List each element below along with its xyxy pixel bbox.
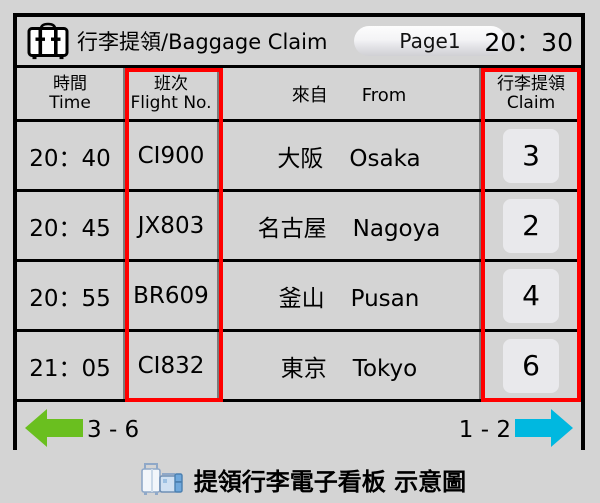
cell-time: 20：45: [17, 192, 125, 259]
column-header-from-en: From: [361, 84, 407, 106]
column-header-from: 來自 From: [219, 68, 481, 119]
cell-origin: 名古屋 Nagoya: [219, 192, 481, 259]
column-header-time: 時間 Time: [17, 68, 125, 119]
page-title: 行李提領/Baggage Claim: [77, 30, 328, 54]
page-indicator[interactable]: Page1: [354, 26, 506, 56]
table-row: 20：45 JX803 名古屋 Nagoya 2: [17, 192, 581, 262]
cell-claim: 3: [481, 122, 581, 189]
cell-claim: 4: [481, 262, 581, 329]
cell-origin-en: Pusan: [350, 285, 420, 312]
cell-flight-no: CI832: [125, 332, 219, 399]
column-header-claim-zh: 行李提領: [497, 74, 565, 95]
arrow-left-icon: [23, 406, 85, 454]
baggage-claim-board: 行李提領/Baggage Claim Page1 20：30 時間 Time 班…: [13, 13, 585, 457]
clock: 20：30: [484, 28, 573, 57]
column-header-claim: 行李提領 Claim: [481, 68, 581, 119]
table-row: 20：40 CI900 大阪 Osaka 3: [17, 122, 581, 192]
cell-origin-zh: 大阪: [277, 145, 324, 172]
column-header-flight-en: Flight No.: [130, 92, 212, 113]
next-page-button[interactable]: 1 - 2: [459, 406, 575, 454]
column-header-claim-en: Claim: [506, 92, 556, 113]
claim-number-chip: 3: [503, 128, 559, 183]
cell-origin: 大阪 Osaka: [219, 122, 481, 189]
luggage-icon: [134, 457, 186, 501]
cell-origin: 釜山 Pusan: [219, 262, 481, 329]
cell-claim: 2: [481, 192, 581, 259]
prev-page-button[interactable]: 3 - 6: [23, 406, 139, 454]
table-row: 21：05 CI832 東京 Tokyo 6: [17, 332, 581, 402]
column-header-from-zh: 來自: [291, 84, 328, 106]
cell-origin-zh: 釜山: [278, 285, 325, 312]
arrow-right-icon: [513, 406, 575, 454]
cell-time: 20：40: [17, 122, 125, 189]
prev-page-range: 3 - 6: [87, 416, 140, 443]
caption: 提領行李電子看板 示意圖: [0, 455, 600, 503]
board-footer: 3 - 6 1 - 2: [17, 402, 581, 457]
caption-text: 提領行李電子看板 示意圖: [193, 467, 467, 496]
cell-origin-en: Tokyo: [352, 355, 418, 382]
cell-flight-no: JX803: [125, 192, 219, 259]
table-header-row: 時間 Time 班次 Flight No. 來自 From 行李提領 Claim: [17, 68, 581, 122]
board-header: 行李提領/Baggage Claim Page1 20：30: [17, 17, 581, 68]
column-header-time-zh: 時間: [52, 74, 87, 95]
cell-time: 21：05: [17, 332, 125, 399]
claim-number-chip: 4: [503, 268, 559, 323]
next-page-range: 1 - 2: [458, 416, 511, 443]
claim-number-chip: 2: [503, 198, 559, 253]
cell-origin-en: Nagoya: [352, 215, 441, 242]
cell-flight-no: BR609: [125, 262, 219, 329]
cell-time: 20：55: [17, 262, 125, 329]
cell-origin-zh: 名古屋: [257, 215, 327, 242]
cell-origin-zh: 東京: [280, 355, 327, 382]
column-header-time-en: Time: [49, 92, 91, 113]
column-header-flight-zh: 班次: [154, 74, 188, 95]
cell-flight-no: CI900: [125, 122, 219, 189]
suitcase-icon: [23, 20, 73, 62]
claim-number-chip: 6: [503, 338, 559, 393]
cell-origin-en: Osaka: [349, 145, 421, 172]
table-row: 20：55 BR609 釜山 Pusan 4: [17, 262, 581, 332]
cell-origin: 東京 Tokyo: [219, 332, 481, 399]
cell-claim: 6: [481, 332, 581, 399]
column-header-flight: 班次 Flight No.: [125, 68, 219, 119]
page-indicator-label: Page1: [399, 29, 461, 53]
flights-table: 時間 Time 班次 Flight No. 來自 From 行李提領 Claim…: [17, 68, 581, 402]
